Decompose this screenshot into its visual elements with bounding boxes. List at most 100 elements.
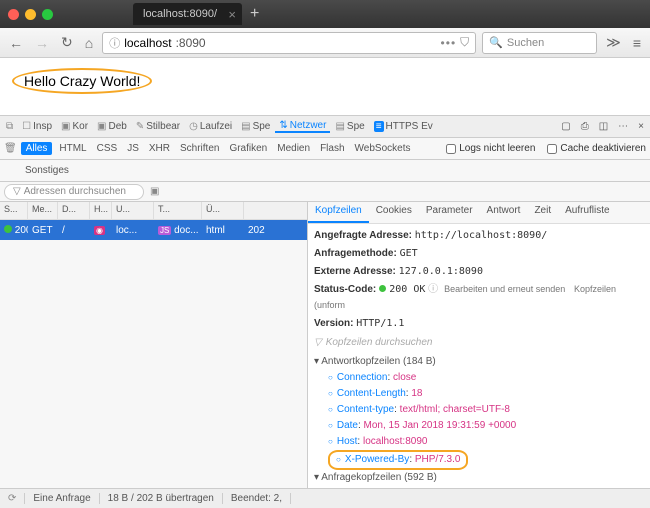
back-button[interactable]: ← bbox=[6, 35, 26, 51]
bullet-icon: ○ bbox=[336, 455, 341, 464]
http-version: HTTP/1.1 bbox=[356, 318, 404, 329]
headers-panel: Angefragte Adresse: http://localhost:809… bbox=[308, 224, 650, 488]
minimize-window-button[interactable] bbox=[25, 9, 36, 20]
devtools-panel: ⧉ ☐Insp ▣Kor ▣Deb ✎Stilbear ◷Laufzei ▤Sp… bbox=[0, 115, 650, 508]
remote-address: 127.0.0.1:8090 bbox=[399, 266, 483, 277]
network-filter-bar: 🗑 Alles HTML CSS JS XHR Schriften Grafik… bbox=[0, 138, 650, 160]
page-text-highlighted: Hello Crazy World! bbox=[12, 68, 152, 94]
shield-icon[interactable]: ⛉ bbox=[460, 35, 469, 50]
help-icon[interactable]: ⓘ bbox=[428, 284, 438, 295]
request-method: GET bbox=[400, 248, 418, 259]
filter-ws[interactable]: WebSockets bbox=[352, 143, 414, 154]
tab-console[interactable]: ▣Kor bbox=[57, 121, 92, 132]
dtab-response[interactable]: Antwort bbox=[480, 202, 528, 223]
network-address-filter-row: ▽ Adressen durchsuchen ▣ bbox=[0, 182, 650, 202]
response-headers-section[interactable]: ▾ Antwortkopfzeilen (184 B) bbox=[314, 354, 644, 370]
browser-tab[interactable]: localhost:8090/ × bbox=[133, 3, 242, 25]
bullet-icon: ○ bbox=[328, 437, 333, 446]
page-content: Hello Crazy World! bbox=[0, 58, 650, 104]
toggle-details-icon[interactable]: ▣ bbox=[150, 186, 159, 197]
funnel-icon: ▽ bbox=[314, 335, 322, 351]
bullet-icon: ○ bbox=[328, 389, 333, 398]
bullet-icon: ○ bbox=[328, 421, 333, 430]
overflow-button[interactable]: ≫ bbox=[603, 34, 624, 51]
search-placeholder: Suchen bbox=[507, 37, 544, 49]
header-row: ○Host: localhost:8090 bbox=[314, 434, 644, 450]
header-row: ○Content-Length: 18 bbox=[314, 386, 644, 402]
dtab-headers[interactable]: Kopfzeilen bbox=[308, 202, 369, 223]
status-code: 200 OK bbox=[389, 284, 425, 295]
devtools-tabs: ⧉ ☐Insp ▣Kor ▣Deb ✎Stilbear ◷Laufzei ▤Sp… bbox=[0, 116, 650, 138]
reload-button[interactable]: ↻ bbox=[58, 34, 76, 51]
network-statusbar: ⟳ Eine Anfrage 18 B / 202 B übertragen B… bbox=[0, 488, 650, 508]
bullet-icon: ○ bbox=[328, 373, 333, 382]
request-list: S... Me... D... H... U... T... Ü... 200 … bbox=[0, 202, 308, 488]
header-row: ○Connection: close bbox=[314, 370, 644, 386]
network-body: S... Me... D... H... U... T... Ü... 200 … bbox=[0, 202, 650, 488]
settings-icon[interactable]: ⋯ bbox=[614, 121, 632, 132]
close-tab-icon[interactable]: × bbox=[228, 7, 236, 22]
tab-memory[interactable]: ▤Spe bbox=[237, 121, 274, 132]
bullet-icon: ○ bbox=[328, 405, 333, 414]
dock-icon[interactable]: ◫ bbox=[595, 121, 612, 132]
search-icon: 🔍 bbox=[489, 36, 503, 49]
tab-https[interactable]: ≡HTTPS Ev bbox=[370, 121, 437, 132]
tab-performance[interactable]: ◷Laufzei bbox=[185, 121, 236, 132]
request-row[interactable]: 200 GET / ◉ loc... JS doc... html 202 bbox=[0, 220, 307, 240]
url-port: :8090 bbox=[176, 36, 206, 50]
new-tab-button[interactable]: + bbox=[250, 5, 259, 23]
filter-js[interactable]: JS bbox=[124, 143, 142, 154]
tab-styles[interactable]: ✎Stilbear bbox=[132, 121, 184, 132]
address-filter-input[interactable]: ▽ Adressen durchsuchen bbox=[4, 184, 144, 200]
filter-fonts[interactable]: Schriften bbox=[177, 143, 222, 154]
page-actions-icon[interactable]: ••• bbox=[441, 36, 457, 50]
filter-media[interactable]: Medien bbox=[274, 143, 313, 154]
persist-logs-checkbox[interactable]: Logs nicht leeren bbox=[446, 143, 535, 154]
browser-toolbar: ← → ↻ ⌂ ⓘ localhost:8090 ••• ⛉ 🔍 Suchen … bbox=[0, 28, 650, 58]
filter-all[interactable]: Alles bbox=[21, 142, 53, 155]
filter-html[interactable]: HTML bbox=[56, 143, 89, 154]
url-bar[interactable]: ⓘ localhost :8090 ••• ⛉ bbox=[102, 32, 476, 54]
menu-button[interactable]: ≡ bbox=[630, 35, 644, 51]
forward-button[interactable]: → bbox=[32, 35, 52, 51]
dtab-params[interactable]: Parameter bbox=[419, 202, 480, 223]
request-url: http://localhost:8090/ bbox=[415, 230, 547, 241]
close-window-button[interactable] bbox=[8, 9, 19, 20]
header-search-input[interactable]: ▽Kopfzeilen durchsuchen bbox=[314, 335, 644, 351]
search-bar[interactable]: 🔍 Suchen bbox=[482, 32, 597, 54]
dtab-stack[interactable]: Aufrufliste bbox=[558, 202, 616, 223]
finish-time: Beendet: 2, bbox=[223, 493, 291, 504]
edit-resend-button[interactable]: Bearbeiten und erneut senden bbox=[444, 284, 565, 294]
maximize-window-button[interactable] bbox=[42, 9, 53, 20]
responsive-icon[interactable]: ▢ bbox=[557, 121, 574, 132]
home-button[interactable]: ⌂ bbox=[82, 35, 96, 51]
iframe-picker-icon[interactable]: ⧉ bbox=[2, 121, 17, 132]
close-devtools-icon[interactable]: × bbox=[634, 121, 648, 132]
detail-tabs: Kopfzeilen Cookies Parameter Antwort Zei… bbox=[308, 202, 650, 224]
window-titlebar: localhost:8090/ × + bbox=[0, 0, 650, 28]
tab-debugger[interactable]: ▣Deb bbox=[93, 121, 131, 132]
filter-css[interactable]: CSS bbox=[94, 143, 121, 154]
tab-title: localhost:8090/ bbox=[143, 8, 217, 20]
info-icon[interactable]: ⓘ bbox=[109, 35, 120, 51]
disable-cache-checkbox[interactable]: Cache deaktivieren bbox=[547, 143, 646, 154]
transfer-size: 18 B / 202 B übertragen bbox=[100, 493, 223, 504]
header-row: ○Date: Mon, 15 Jan 2018 19:31:59 +0000 bbox=[314, 418, 644, 434]
dtab-timings[interactable]: Zeit bbox=[527, 202, 558, 223]
tab-network[interactable]: ⇅Netzwer bbox=[275, 120, 330, 133]
tab-inspector[interactable]: ☐Insp bbox=[18, 121, 56, 132]
filter-images[interactable]: Grafiken bbox=[226, 143, 270, 154]
dtab-cookies[interactable]: Cookies bbox=[369, 202, 419, 223]
header-row: ○Content-type: text/html; charset=UTF-8 bbox=[314, 402, 644, 418]
filter-flash[interactable]: Flash bbox=[317, 143, 347, 154]
status-dot-icon bbox=[4, 225, 12, 233]
filter-other[interactable]: Sonstiges bbox=[22, 165, 72, 176]
request-headers-section[interactable]: ▾ Anfragekopfzeilen (592 B) bbox=[314, 470, 644, 486]
status-dot-icon bbox=[379, 285, 386, 292]
url-host: localhost bbox=[124, 36, 171, 50]
trash-icon[interactable]: 🗑 bbox=[4, 143, 17, 154]
screenshot-icon[interactable]: ⎙ bbox=[577, 121, 593, 132]
filter-xhr[interactable]: XHR bbox=[146, 143, 173, 154]
tab-storage[interactable]: ▤Spe bbox=[331, 121, 368, 132]
har-icon[interactable]: ⟳ bbox=[0, 493, 25, 504]
